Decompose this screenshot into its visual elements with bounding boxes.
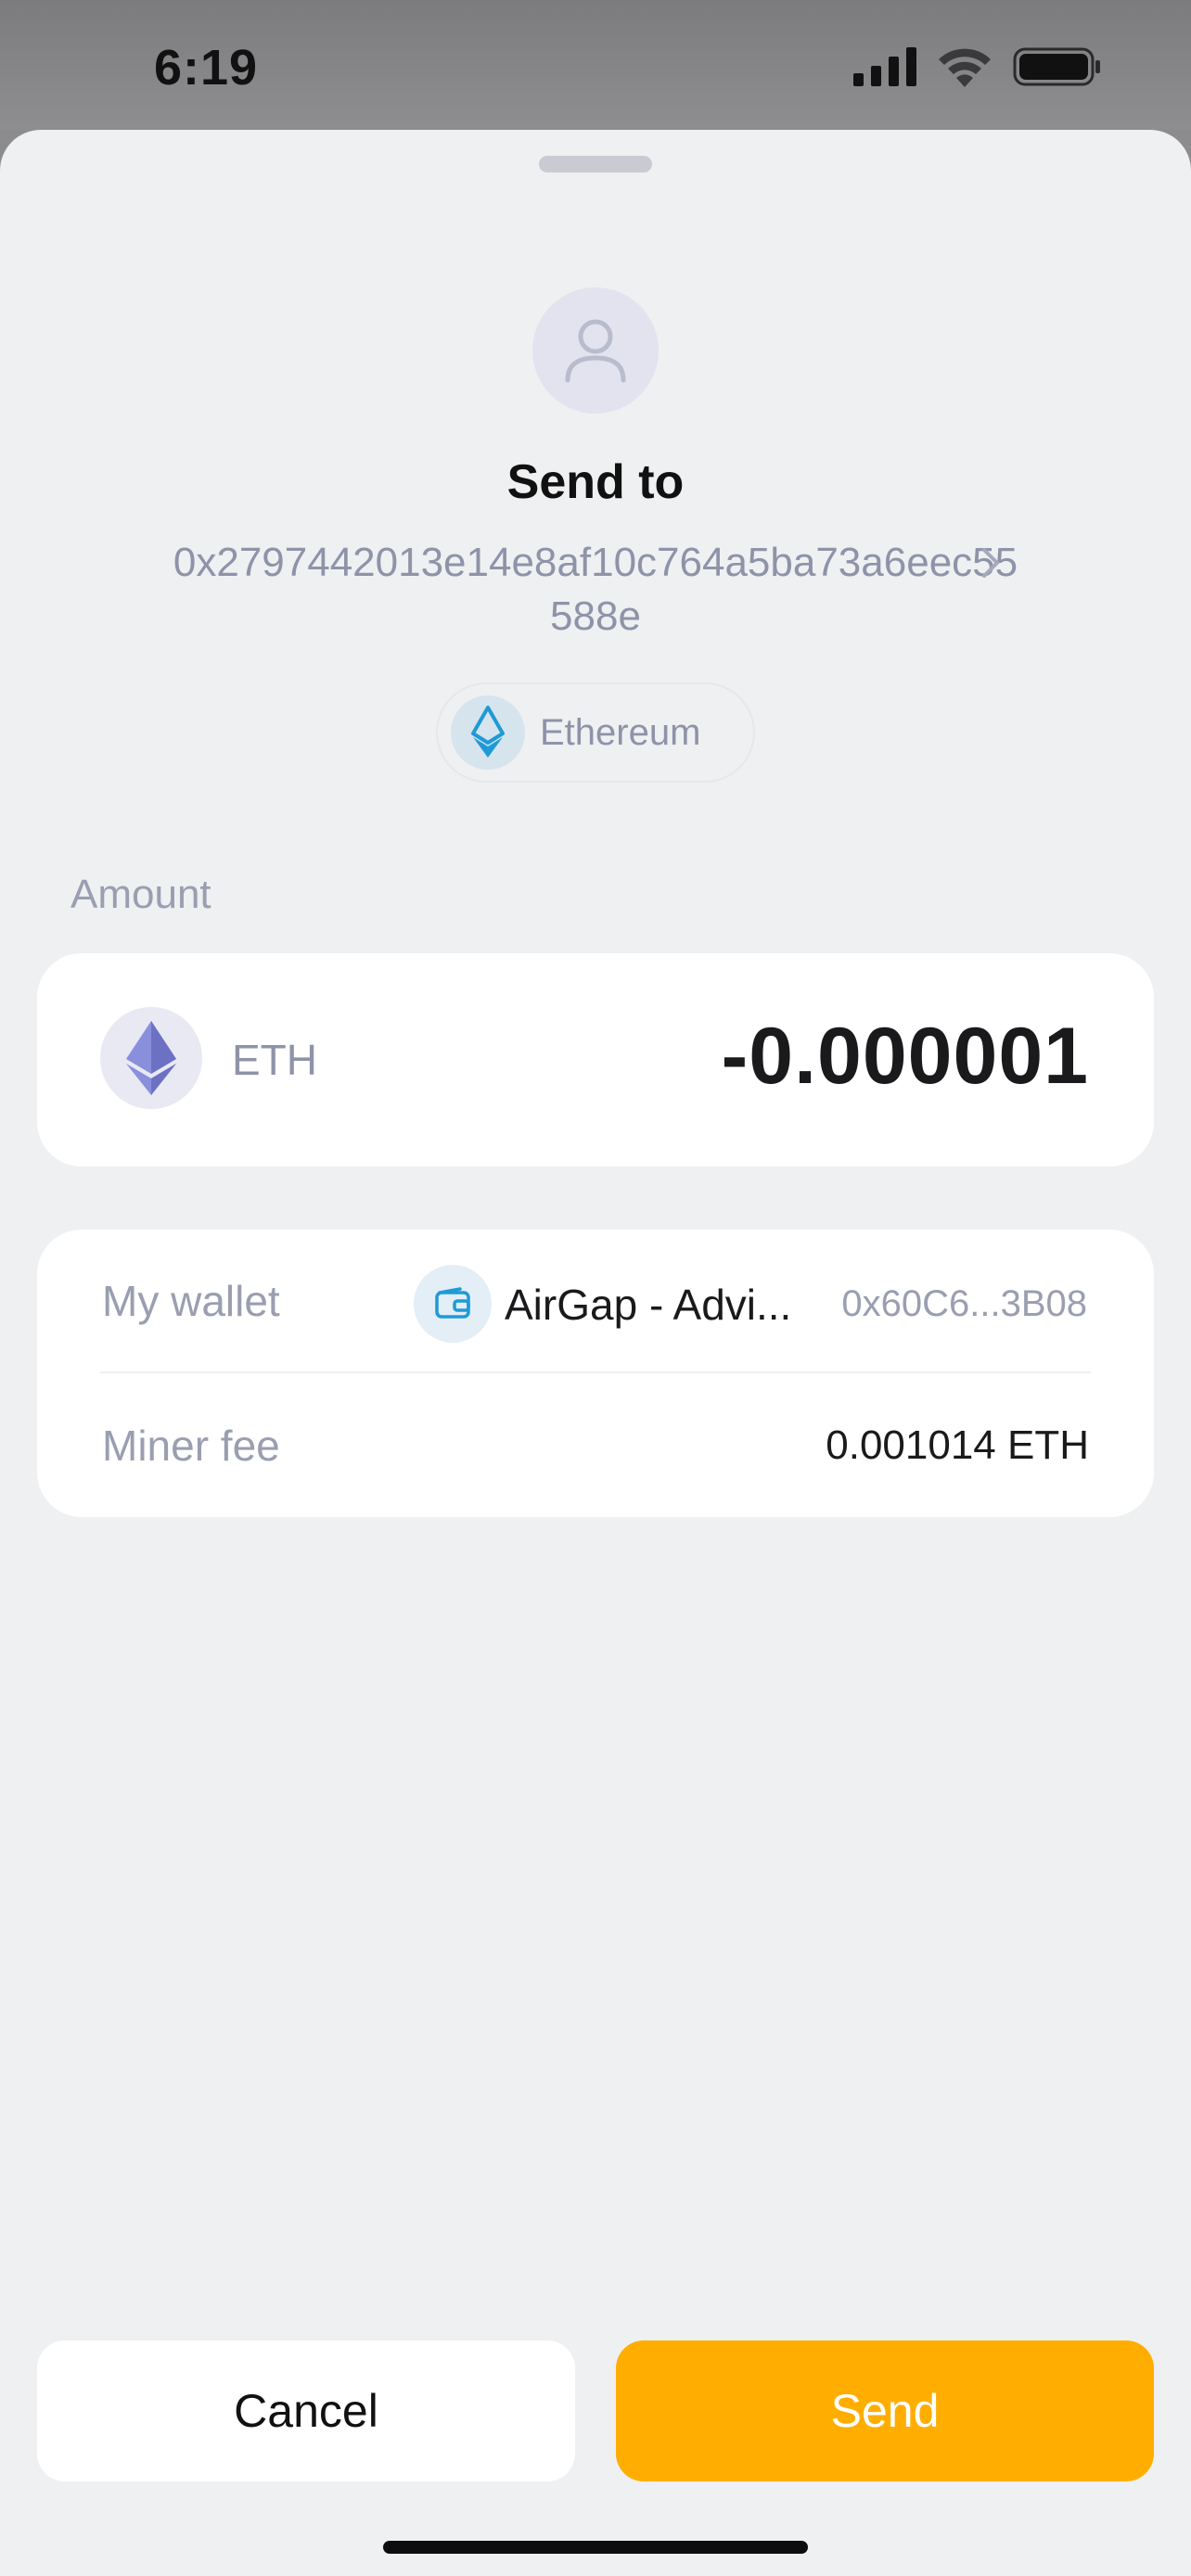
sheet-grabber[interactable]: [539, 156, 652, 172]
chevron-right-icon[interactable]: [980, 545, 1002, 585]
wallet-icon: [414, 1265, 492, 1343]
wallet-address: 0x60C6...3B08: [841, 1283, 1087, 1324]
send-sheet: Send to 0x2797442013e14e8af10c764a5ba73a…: [0, 130, 1191, 2576]
token-symbol: ETH: [232, 1036, 317, 1084]
fee-value[interactable]: 0.001014 ETH: [826, 1422, 1089, 1469]
network-label: Ethereum: [540, 711, 701, 753]
recipient-avatar: [532, 287, 659, 414]
amount-value[interactable]: -0.000001: [722, 1011, 1089, 1103]
divider: [100, 1371, 1091, 1373]
network-badge: Ethereum: [436, 682, 755, 783]
cancel-button[interactable]: Cancel: [37, 2340, 575, 2481]
battery-icon: [1013, 46, 1102, 92]
cellular-signal-icon: [853, 47, 916, 91]
ethereum-icon: [451, 695, 525, 770]
send-button[interactable]: Send: [616, 2340, 1154, 2481]
recipient-address[interactable]: 0x2797442013e14e8af10c764a5ba73a6eec5558…: [167, 536, 1024, 644]
person-icon: [558, 312, 633, 390]
status-icons: [853, 46, 1102, 92]
ethereum-icon: [100, 1007, 202, 1109]
home-indicator[interactable]: [383, 2541, 808, 2554]
wifi-icon: [937, 46, 992, 92]
page-title: Send to: [506, 455, 685, 509]
amount-card[interactable]: ETH -0.000001: [37, 953, 1154, 1167]
wallet-name[interactable]: AirGap - Advi...: [505, 1280, 791, 1330]
amount-label: Amount: [70, 872, 211, 917]
wallet-label: My wallet: [102, 1277, 280, 1325]
fee-label: Miner fee: [102, 1422, 280, 1470]
status-time: 6:19: [154, 40, 259, 96]
status-bar: 6:19: [0, 0, 1191, 130]
details-card: My wallet AirGap - Advi... 0x60C6...3B08…: [37, 1230, 1154, 1517]
